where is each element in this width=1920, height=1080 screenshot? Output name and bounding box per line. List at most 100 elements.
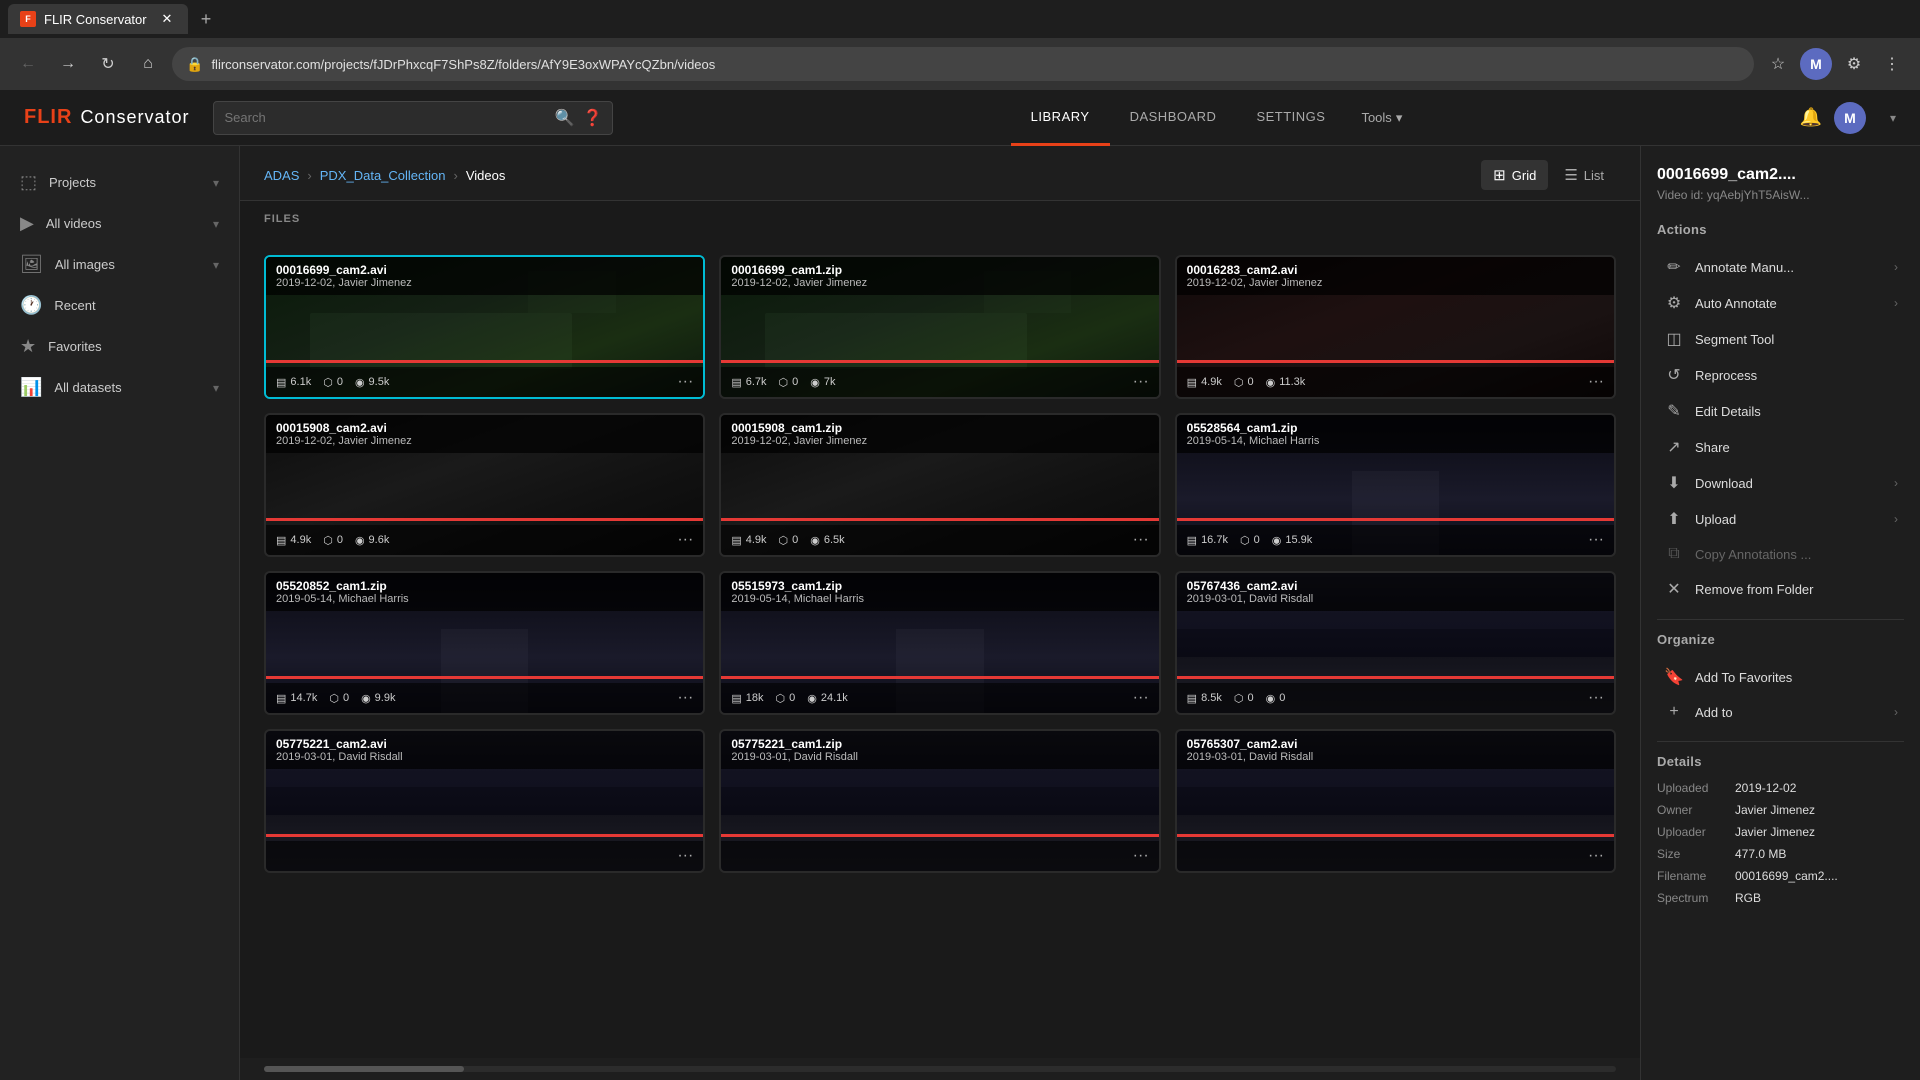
action-add-to[interactable]: + Add to › [1657, 695, 1904, 729]
help-icon[interactable]: ❓ [583, 108, 603, 128]
sidebar-item-favorites[interactable]: ★ Favorites [0, 326, 239, 367]
active-tab[interactable]: F FLIR Conservator ✕ [8, 4, 188, 34]
tools-label: Tools [1361, 110, 1391, 125]
uploader-label: Uploader [1657, 825, 1727, 839]
breadcrumb-adas[interactable]: ADAS [264, 168, 299, 183]
action-upload[interactable]: ⬆ Upload › [1657, 501, 1904, 537]
annot-value-7: 0 [789, 692, 795, 704]
share-icon: ↗ [1663, 437, 1685, 457]
card-info-7: 05515973_cam1.zip 2019-05-14, Michael Ha… [721, 573, 1158, 611]
search-input[interactable] [224, 110, 546, 125]
forward-button[interactable]: → [52, 48, 84, 80]
notifications-button[interactable]: 🔔 [1800, 107, 1822, 128]
new-tab-button[interactable]: + [192, 5, 220, 33]
nav-settings[interactable]: SETTINGS [1236, 90, 1345, 146]
video-thumb-11: 05765307_cam2.avi 2019-03-01, David Risd… [1177, 731, 1614, 871]
sidebar-item-all-videos[interactable]: ▶ All videos ▾ [0, 203, 239, 244]
card-stat-frames-1: ▤ 6.7k [731, 376, 766, 389]
progress-bar-2 [1177, 360, 1614, 363]
video-card-9[interactable]: 05775221_cam2.avi 2019-03-01, David Risd… [264, 729, 705, 873]
video-card-5[interactable]: 05528564_cam1.zip 2019-05-14, Michael Ha… [1175, 413, 1616, 557]
filename-label: Filename [1657, 869, 1727, 883]
upload-label: Upload [1695, 512, 1736, 527]
list-view-button[interactable]: ☰ List [1552, 160, 1616, 190]
nav-dashboard[interactable]: DASHBOARD [1110, 90, 1237, 146]
address-bar[interactable]: 🔒 [172, 47, 1754, 81]
card-more-button-0[interactable]: ··· [677, 373, 693, 391]
action-auto-annotate[interactable]: ⚙ Auto Annotate › [1657, 285, 1904, 321]
video-grid: 00016699_cam2.avi 2019-12-02, Javier Jim… [264, 255, 1616, 873]
video-card-11[interactable]: 05765307_cam2.avi 2019-03-01, David Risd… [1175, 729, 1616, 873]
size-value-3: 9.6k [369, 534, 390, 546]
tab-close-button[interactable]: ✕ [158, 10, 176, 28]
horizontal-scrollbar[interactable] [240, 1058, 1640, 1080]
header-search-bar[interactable]: 🔍 ❓ [213, 101, 613, 135]
user-chevron-icon[interactable]: ▾ [1890, 111, 1896, 125]
annot-value-6: 0 [343, 692, 349, 704]
video-card-4[interactable]: 00015908_cam1.zip 2019-12-02, Javier Jim… [719, 413, 1160, 557]
sidebar-item-recent[interactable]: 🕐 Recent [0, 285, 239, 326]
search-icon[interactable]: 🔍 [555, 108, 575, 128]
copy-annotations-label: Copy Annotations ... [1695, 547, 1811, 562]
action-edit-details[interactable]: ✎ Edit Details [1657, 393, 1904, 429]
card-more-button-1[interactable]: ··· [1133, 373, 1149, 391]
card-more-button-5[interactable]: ··· [1588, 531, 1604, 549]
card-more-button-7[interactable]: ··· [1133, 689, 1149, 707]
video-card-2[interactable]: 00016283_cam2.avi 2019-12-02, Javier Jim… [1175, 255, 1616, 399]
tools-menu[interactable]: Tools ▾ [1361, 110, 1402, 126]
action-download[interactable]: ⬇ Download › [1657, 465, 1904, 501]
video-card-3[interactable]: 00015908_cam2.avi 2019-12-02, Javier Jim… [264, 413, 705, 557]
video-card-8[interactable]: 05767436_cam2.avi 2019-03-01, David Risd… [1175, 571, 1616, 715]
browser-chrome: F FLIR Conservator ✕ + ← → ↻ ⌂ 🔒 ☆ M ⚙ ⋮ [0, 0, 1920, 90]
back-button[interactable]: ← [12, 48, 44, 80]
action-annotate[interactable]: ✏ Annotate Manu... › [1657, 249, 1904, 285]
browser-toolbar-right: ☆ M ⚙ ⋮ [1762, 48, 1908, 80]
download-label: Download [1695, 476, 1753, 491]
video-card-1[interactable]: 00016699_cam1.zip 2019-12-02, Javier Jim… [719, 255, 1160, 399]
breadcrumb-pdx[interactable]: PDX_Data_Collection [320, 168, 446, 183]
reload-button[interactable]: ↻ [92, 48, 124, 80]
card-more-button-8[interactable]: ··· [1588, 689, 1604, 707]
video-card-10[interactable]: 05775221_cam1.zip 2019-03-01, David Risd… [719, 729, 1160, 873]
profile-button[interactable]: M [1800, 48, 1832, 80]
organize-section-title: Organize [1657, 632, 1904, 647]
nav-library[interactable]: LIBRARY [1011, 90, 1110, 146]
user-avatar[interactable]: M [1834, 102, 1866, 134]
video-card-7[interactable]: 05515973_cam1.zip 2019-05-14, Michael Ha… [719, 571, 1160, 715]
upload-icon: ⬆ [1663, 509, 1685, 529]
action-reprocess[interactable]: ↺ Reprocess [1657, 357, 1904, 393]
sidebar-item-projects[interactable]: ⬚ Projects ▾ [0, 162, 239, 203]
sidebar-item-all-datasets[interactable]: 📊 All datasets ▾ [0, 367, 239, 408]
card-more-button-9[interactable]: ··· [677, 847, 693, 865]
home-button[interactable]: ⌂ [132, 48, 164, 80]
scrollbar-thumb[interactable] [264, 1066, 464, 1072]
video-card-0[interactable]: 00016699_cam2.avi 2019-12-02, Javier Jim… [264, 255, 705, 399]
action-remove-from-folder[interactable]: ✕ Remove from Folder [1657, 571, 1904, 607]
menu-button[interactable]: ⋮ [1876, 48, 1908, 80]
card-footer-5: ▤ 16.7k ⬡ 0 ◉ 15.9k ··· [1177, 525, 1614, 555]
url-input[interactable] [211, 57, 1740, 72]
card-more-button-6[interactable]: ··· [677, 689, 693, 707]
card-more-button-10[interactable]: ··· [1133, 847, 1149, 865]
bookmark-button[interactable]: ☆ [1762, 48, 1794, 80]
card-more-button-3[interactable]: ··· [677, 531, 693, 549]
sidebar-item-all-images[interactable]: 🖼 All images ▾ [0, 244, 239, 285]
card-stat-size-3: ◉ 9.6k [355, 534, 389, 547]
card-more-button-11[interactable]: ··· [1588, 847, 1604, 865]
action-segment-tool[interactable]: ◫ Segment Tool [1657, 321, 1904, 357]
all-images-icon: 🖼 [20, 254, 43, 275]
card-more-button-2[interactable]: ··· [1588, 373, 1604, 391]
card-stat-annot-8: ⬡ 0 [1234, 692, 1254, 705]
extensions-button[interactable]: ⚙ [1838, 48, 1870, 80]
video-thumb-2: 00016283_cam2.avi 2019-12-02, Javier Jim… [1177, 257, 1614, 397]
card-more-button-4[interactable]: ··· [1133, 531, 1149, 549]
grid-label: Grid [1512, 168, 1537, 183]
action-share[interactable]: ↗ Share [1657, 429, 1904, 465]
action-copy-annotations: ⧉ Copy Annotations ... [1657, 537, 1904, 571]
grid-view-button[interactable]: ⊞ Grid [1481, 160, 1548, 190]
action-add-to-favorites[interactable]: 🔖 Add To Favorites [1657, 659, 1904, 695]
size-icon-4: ◉ [810, 534, 820, 547]
card-filename-10: 05775221_cam1.zip [731, 737, 1148, 751]
video-card-6[interactable]: 05520852_cam1.zip 2019-05-14, Michael Ha… [264, 571, 705, 715]
card-stat-size-0: ◉ 9.5k [355, 376, 389, 389]
